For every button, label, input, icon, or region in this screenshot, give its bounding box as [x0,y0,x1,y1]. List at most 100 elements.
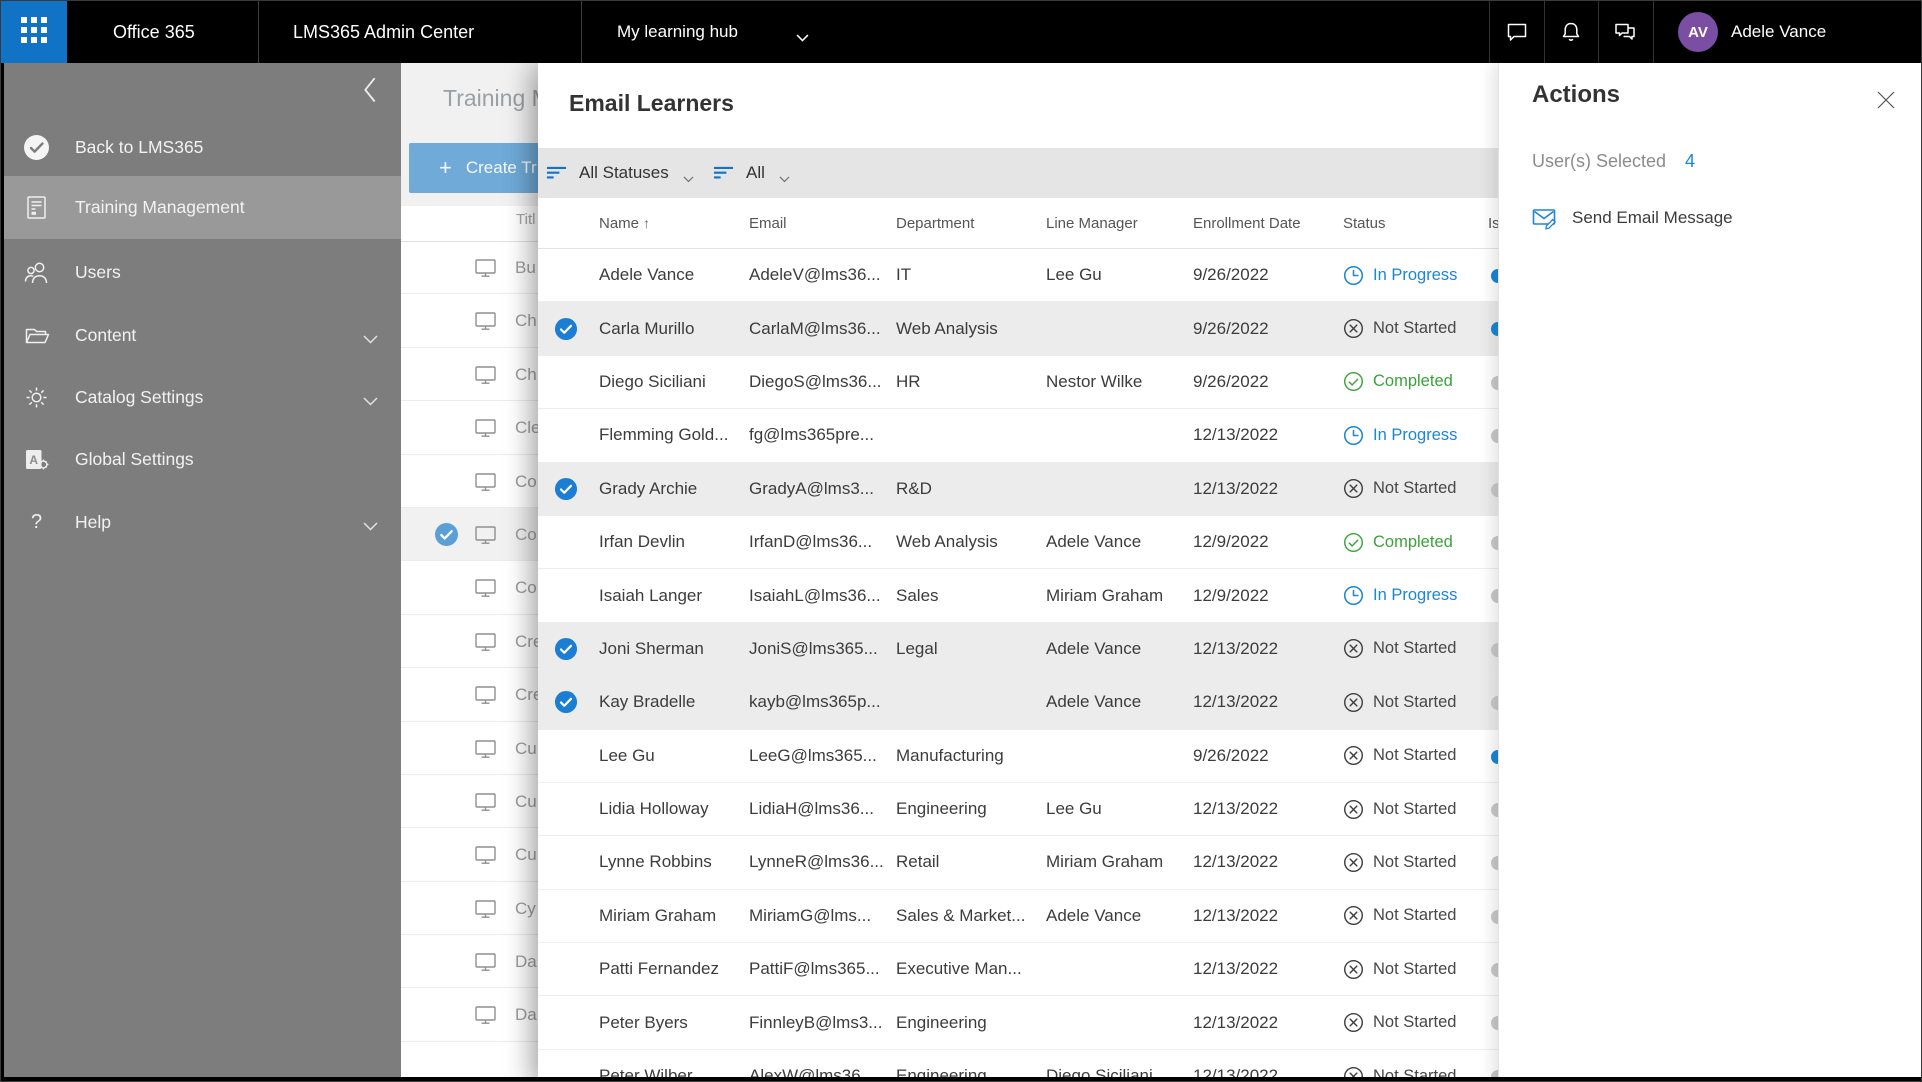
table-row[interactable]: Peter Byers FinnleyB@lms3... Engineering 12… [538,996,1498,1050]
filter-icon [713,166,734,180]
cell-name: Joni Sherman [599,638,704,658]
chevron-down-icon[interactable] [363,393,378,406]
selected-check-icon[interactable] [554,477,578,501]
column-header-name[interactable]: Name ↑ [599,215,749,232]
status-label: Completed [1373,372,1453,391]
cell-department: HR [896,371,921,391]
cell-name: Grady Archie [599,478,698,498]
cell-department: Sales & Market... [896,905,1026,925]
column-header-department[interactable]: Department [896,215,1046,232]
table-row[interactable]: Miriam Graham MiriamG@lms... Sales & Marke… [538,890,1498,944]
feedback-icon[interactable] [1613,20,1637,44]
chevron-down-icon[interactable] [796,29,809,42]
monitor-icon [473,949,498,974]
cell-department: Sales [896,585,939,605]
row-select-cell[interactable] [538,690,599,714]
status-label: Not Started [1373,692,1457,711]
cell-name: Adele Vance [599,265,695,285]
avatar[interactable]: AV [1678,12,1718,52]
cell-department: Executive Man... [896,959,1022,979]
topbar-separator [1489,1,1490,63]
cell-email: AdeleV@lms36... [749,265,881,285]
table-row[interactable]: Patti Fernandez PattiF@lms365... Executive… [538,943,1498,997]
selected-check-icon[interactable] [554,317,578,341]
chevron-down-icon[interactable] [363,518,378,531]
row-select-cell[interactable] [538,637,599,661]
status-badge: Not Started [1343,478,1488,499]
column-header-email[interactable]: Email [749,215,896,232]
table-row[interactable]: Grady Archie GradyA@lms3... R&D 12/13/2022 N… [538,462,1498,516]
selected-check-icon[interactable] [554,637,578,661]
table-row[interactable]: Lidia Holloway LidiaH@lms36... Engineering… [538,783,1498,837]
sidebar-item-global-settings[interactable]: A Global Settings [1,428,401,491]
bell-icon[interactable] [1559,20,1583,44]
sidebar-item-help[interactable]: ? Help [1,491,401,554]
chat-icon[interactable] [1505,20,1529,44]
table-row[interactable]: Adele Vance AdeleV@lms36... IT Lee Gu 9/26/2… [538,249,1498,303]
users-icon [23,259,50,286]
users-selected-count[interactable]: 4 [1685,151,1695,172]
cell-enrollment-date: 12/13/2022 [1193,638,1279,658]
status-badge: Not Started [1343,1012,1488,1033]
status-badge: Not Started [1343,692,1488,713]
close-icon[interactable] [1877,91,1895,109]
cell-line-manager: Miriam Graham [1046,852,1164,872]
sidebar-collapse-icon[interactable] [363,77,377,103]
monitor-icon [473,362,498,387]
cell-name: Miriam Graham [599,905,717,925]
email-learners-modal: Email Learners All Statuses All Name ↑ Em… [538,63,1498,1081]
sidebar-item-users[interactable]: Users [1,241,401,304]
status-badge: Not Started [1343,905,1488,926]
circle-check-icon [1343,532,1364,553]
sidebar-item-label: Users [75,262,121,282]
table-row[interactable]: Flemming Gold... fg@lms365pre... 12/13/202… [538,409,1498,463]
title-column-header[interactable]: Titl [516,198,535,241]
table-row[interactable]: Kay Bradelle kayb@lms365p... Adele Vance 12… [538,676,1498,730]
clipped-icon-fragment [1491,429,1498,444]
hub-menu[interactable]: My learning hub [617,1,738,63]
table-row[interactable]: Carla Murillo CarlaM@lms36... Web Analysis… [538,302,1498,356]
table-row[interactable]: Lee Gu LeeG@lms365... Manufacturing 9/26/20… [538,730,1498,783]
window-frame [1,1077,1921,1081]
column-header-status[interactable]: Status [1343,215,1488,232]
cell-line-manager: Adele Vance [1046,692,1142,712]
send-email-message-action[interactable]: Send Email Message [1532,205,1733,231]
sidebar-item-back-to-lms365[interactable]: Back to LMS365 [1,116,401,179]
row-select-cell[interactable] [538,317,599,341]
status-label: In Progress [1373,425,1458,444]
cell-email: LeeG@lms365... [749,745,877,765]
cell-name: Patti Fernandez [599,959,720,979]
cell-email: IrfanD@lms36... [749,532,873,552]
cell-name: Kay Bradelle [599,692,696,712]
table-row[interactable]: Isaiah Langer IsaiahL@lms36... Sales Miriam… [538,569,1498,623]
cell-department: Web Analysis [896,318,998,338]
sidebar-item-catalog-settings[interactable]: Catalog Settings [1,366,401,429]
sidebar-item-content[interactable]: Content [1,304,401,367]
column-header-enrollment-date[interactable]: Enrollment Date [1193,215,1343,232]
table-row[interactable]: Joni Sherman JoniS@lms365... Legal Adele Va… [538,622,1498,677]
cell-email: LidiaH@lms36... [749,799,874,819]
table-row[interactable]: Irfan Devlin IrfanD@lms36... Web Analysis A… [538,516,1498,570]
chevron-down-icon[interactable] [363,331,378,344]
clipped-icon-fragment [1491,642,1498,657]
brand-admin-center[interactable]: LMS365 Admin Center [293,1,474,63]
column-header-clipped[interactable]: Is [1488,215,1498,232]
monitor-icon [473,308,498,333]
all-filter-dropdown[interactable]: All [713,148,790,198]
status-badge: Completed [1343,532,1488,553]
row-select-cell[interactable] [538,477,599,501]
selected-check-icon[interactable] [554,690,578,714]
sidebar-item-training-management[interactable]: Training Management [1,176,401,239]
status-badge: Not Started [1343,745,1488,766]
brand-office365[interactable]: Office 365 [113,1,195,63]
clock-icon [1343,425,1364,446]
table-row[interactable]: Lynne Robbins LynneR@lms36... Retail Miriam… [538,836,1498,890]
selected-check-icon[interactable] [434,522,459,547]
circle-check-icon [1343,371,1364,392]
user-name[interactable]: Adele Vance [1731,1,1826,63]
page-title: Training M [443,85,551,111]
status-filter-dropdown[interactable]: All Statuses [546,148,694,198]
app-launcher-button[interactable] [1,1,67,63]
column-header-line-manager[interactable]: Line Manager [1046,215,1193,232]
table-row[interactable]: Diego Siciliani DiegoS@lms36... HR Nestor W… [538,356,1498,410]
